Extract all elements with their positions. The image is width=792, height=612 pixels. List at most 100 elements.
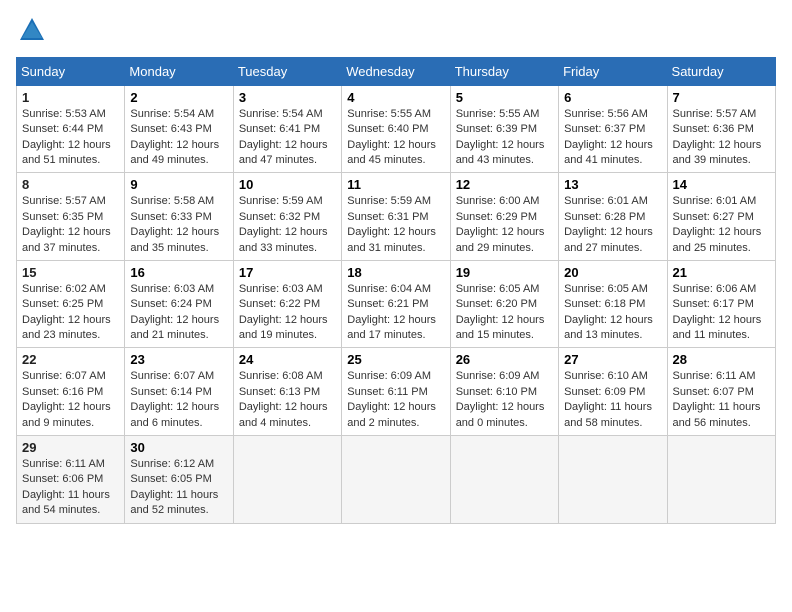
day-number: 29 (22, 440, 119, 455)
day-number: 14 (673, 177, 770, 192)
day-info: Sunrise: 5:55 AM Sunset: 6:39 PM Dayligh… (456, 107, 553, 169)
calendar-row: 15 Sunrise: 6:02 AM Sunset: 6:25 PM Dayl… (17, 260, 776, 348)
col-friday: Friday (559, 57, 667, 85)
logo-icon (18, 16, 46, 44)
day-number: 24 (239, 352, 336, 367)
col-monday: Monday (125, 57, 233, 85)
table-row: 21 Sunrise: 6:06 AM Sunset: 6:17 PM Dayl… (667, 260, 775, 348)
day-info: Sunrise: 6:01 AM Sunset: 6:28 PM Dayligh… (564, 194, 661, 256)
header-row: Sunday Monday Tuesday Wednesday Thursday… (17, 57, 776, 85)
day-info: Sunrise: 5:57 AM Sunset: 6:35 PM Dayligh… (22, 194, 119, 256)
day-number: 10 (239, 177, 336, 192)
table-row: 5 Sunrise: 5:55 AM Sunset: 6:39 PM Dayli… (450, 85, 558, 173)
page-header (16, 16, 776, 49)
day-info: Sunrise: 6:00 AM Sunset: 6:29 PM Dayligh… (456, 194, 553, 256)
day-info: Sunrise: 5:59 AM Sunset: 6:31 PM Dayligh… (347, 194, 444, 256)
table-row: 30 Sunrise: 6:12 AM Sunset: 6:05 PM Dayl… (125, 436, 233, 524)
table-row: 28 Sunrise: 6:11 AM Sunset: 6:07 PM Dayl… (667, 348, 775, 436)
table-row: 19 Sunrise: 6:05 AM Sunset: 6:20 PM Dayl… (450, 260, 558, 348)
day-number: 23 (130, 352, 227, 367)
day-info: Sunrise: 5:57 AM Sunset: 6:36 PM Dayligh… (673, 107, 770, 169)
col-saturday: Saturday (667, 57, 775, 85)
col-tuesday: Tuesday (233, 57, 341, 85)
calendar-row: 8 Sunrise: 5:57 AM Sunset: 6:35 PM Dayli… (17, 173, 776, 261)
table-row: 16 Sunrise: 6:03 AM Sunset: 6:24 PM Dayl… (125, 260, 233, 348)
day-info: Sunrise: 5:56 AM Sunset: 6:37 PM Dayligh… (564, 107, 661, 169)
day-info: Sunrise: 6:07 AM Sunset: 6:16 PM Dayligh… (22, 369, 119, 431)
table-row: 25 Sunrise: 6:09 AM Sunset: 6:11 PM Dayl… (342, 348, 450, 436)
day-number: 11 (347, 177, 444, 192)
table-row: 17 Sunrise: 6:03 AM Sunset: 6:22 PM Dayl… (233, 260, 341, 348)
day-number: 7 (673, 90, 770, 105)
day-number: 4 (347, 90, 444, 105)
table-row: 13 Sunrise: 6:01 AM Sunset: 6:28 PM Dayl… (559, 173, 667, 261)
day-number: 9 (130, 177, 227, 192)
day-info: Sunrise: 5:54 AM Sunset: 6:43 PM Dayligh… (130, 107, 227, 169)
day-number: 5 (456, 90, 553, 105)
day-info: Sunrise: 6:05 AM Sunset: 6:18 PM Dayligh… (564, 282, 661, 344)
day-number: 13 (564, 177, 661, 192)
table-row: 18 Sunrise: 6:04 AM Sunset: 6:21 PM Dayl… (342, 260, 450, 348)
day-number: 15 (22, 265, 119, 280)
table-row: 14 Sunrise: 6:01 AM Sunset: 6:27 PM Dayl… (667, 173, 775, 261)
table-row: 6 Sunrise: 5:56 AM Sunset: 6:37 PM Dayli… (559, 85, 667, 173)
day-info: Sunrise: 5:55 AM Sunset: 6:40 PM Dayligh… (347, 107, 444, 169)
table-row: 10 Sunrise: 5:59 AM Sunset: 6:32 PM Dayl… (233, 173, 341, 261)
day-info: Sunrise: 6:12 AM Sunset: 6:05 PM Dayligh… (130, 457, 227, 519)
table-row: 27 Sunrise: 6:10 AM Sunset: 6:09 PM Dayl… (559, 348, 667, 436)
calendar-row: 1 Sunrise: 5:53 AM Sunset: 6:44 PM Dayli… (17, 85, 776, 173)
day-info: Sunrise: 6:09 AM Sunset: 6:11 PM Dayligh… (347, 369, 444, 431)
day-number: 21 (673, 265, 770, 280)
table-row: 7 Sunrise: 5:57 AM Sunset: 6:36 PM Dayli… (667, 85, 775, 173)
day-number: 1 (22, 90, 119, 105)
table-row: 8 Sunrise: 5:57 AM Sunset: 6:35 PM Dayli… (17, 173, 125, 261)
day-number: 17 (239, 265, 336, 280)
col-thursday: Thursday (450, 57, 558, 85)
calendar-row: 29 Sunrise: 6:11 AM Sunset: 6:06 PM Dayl… (17, 436, 776, 524)
table-row (559, 436, 667, 524)
day-number: 18 (347, 265, 444, 280)
day-number: 30 (130, 440, 227, 455)
table-row: 1 Sunrise: 5:53 AM Sunset: 6:44 PM Dayli… (17, 85, 125, 173)
day-info: Sunrise: 6:09 AM Sunset: 6:10 PM Dayligh… (456, 369, 553, 431)
table-row: 4 Sunrise: 5:55 AM Sunset: 6:40 PM Dayli… (342, 85, 450, 173)
day-number: 20 (564, 265, 661, 280)
table-row: 12 Sunrise: 6:00 AM Sunset: 6:29 PM Dayl… (450, 173, 558, 261)
day-number: 26 (456, 352, 553, 367)
table-row: 22 Sunrise: 6:07 AM Sunset: 6:16 PM Dayl… (17, 348, 125, 436)
day-info: Sunrise: 6:05 AM Sunset: 6:20 PM Dayligh… (456, 282, 553, 344)
day-number: 25 (347, 352, 444, 367)
day-info: Sunrise: 5:59 AM Sunset: 6:32 PM Dayligh… (239, 194, 336, 256)
day-number: 16 (130, 265, 227, 280)
day-info: Sunrise: 6:11 AM Sunset: 6:06 PM Dayligh… (22, 457, 119, 519)
day-info: Sunrise: 5:58 AM Sunset: 6:33 PM Dayligh… (130, 194, 227, 256)
day-info: Sunrise: 5:54 AM Sunset: 6:41 PM Dayligh… (239, 107, 336, 169)
day-info: Sunrise: 6:03 AM Sunset: 6:22 PM Dayligh… (239, 282, 336, 344)
day-info: Sunrise: 6:11 AM Sunset: 6:07 PM Dayligh… (673, 369, 770, 431)
day-info: Sunrise: 6:02 AM Sunset: 6:25 PM Dayligh… (22, 282, 119, 344)
table-row: 11 Sunrise: 5:59 AM Sunset: 6:31 PM Dayl… (342, 173, 450, 261)
calendar-table: Sunday Monday Tuesday Wednesday Thursday… (16, 57, 776, 524)
day-number: 22 (22, 352, 119, 367)
table-row: 9 Sunrise: 5:58 AM Sunset: 6:33 PM Dayli… (125, 173, 233, 261)
day-number: 12 (456, 177, 553, 192)
day-info: Sunrise: 6:08 AM Sunset: 6:13 PM Dayligh… (239, 369, 336, 431)
day-info: Sunrise: 5:53 AM Sunset: 6:44 PM Dayligh… (22, 107, 119, 169)
col-sunday: Sunday (17, 57, 125, 85)
day-number: 3 (239, 90, 336, 105)
table-row: 26 Sunrise: 6:09 AM Sunset: 6:10 PM Dayl… (450, 348, 558, 436)
day-info: Sunrise: 6:10 AM Sunset: 6:09 PM Dayligh… (564, 369, 661, 431)
day-number: 8 (22, 177, 119, 192)
col-wednesday: Wednesday (342, 57, 450, 85)
day-number: 19 (456, 265, 553, 280)
day-info: Sunrise: 6:06 AM Sunset: 6:17 PM Dayligh… (673, 282, 770, 344)
day-info: Sunrise: 6:03 AM Sunset: 6:24 PM Dayligh… (130, 282, 227, 344)
table-row (450, 436, 558, 524)
table-row (667, 436, 775, 524)
calendar-row: 22 Sunrise: 6:07 AM Sunset: 6:16 PM Dayl… (17, 348, 776, 436)
logo (16, 16, 46, 49)
day-info: Sunrise: 6:01 AM Sunset: 6:27 PM Dayligh… (673, 194, 770, 256)
day-number: 6 (564, 90, 661, 105)
table-row: 20 Sunrise: 6:05 AM Sunset: 6:18 PM Dayl… (559, 260, 667, 348)
table-row: 3 Sunrise: 5:54 AM Sunset: 6:41 PM Dayli… (233, 85, 341, 173)
